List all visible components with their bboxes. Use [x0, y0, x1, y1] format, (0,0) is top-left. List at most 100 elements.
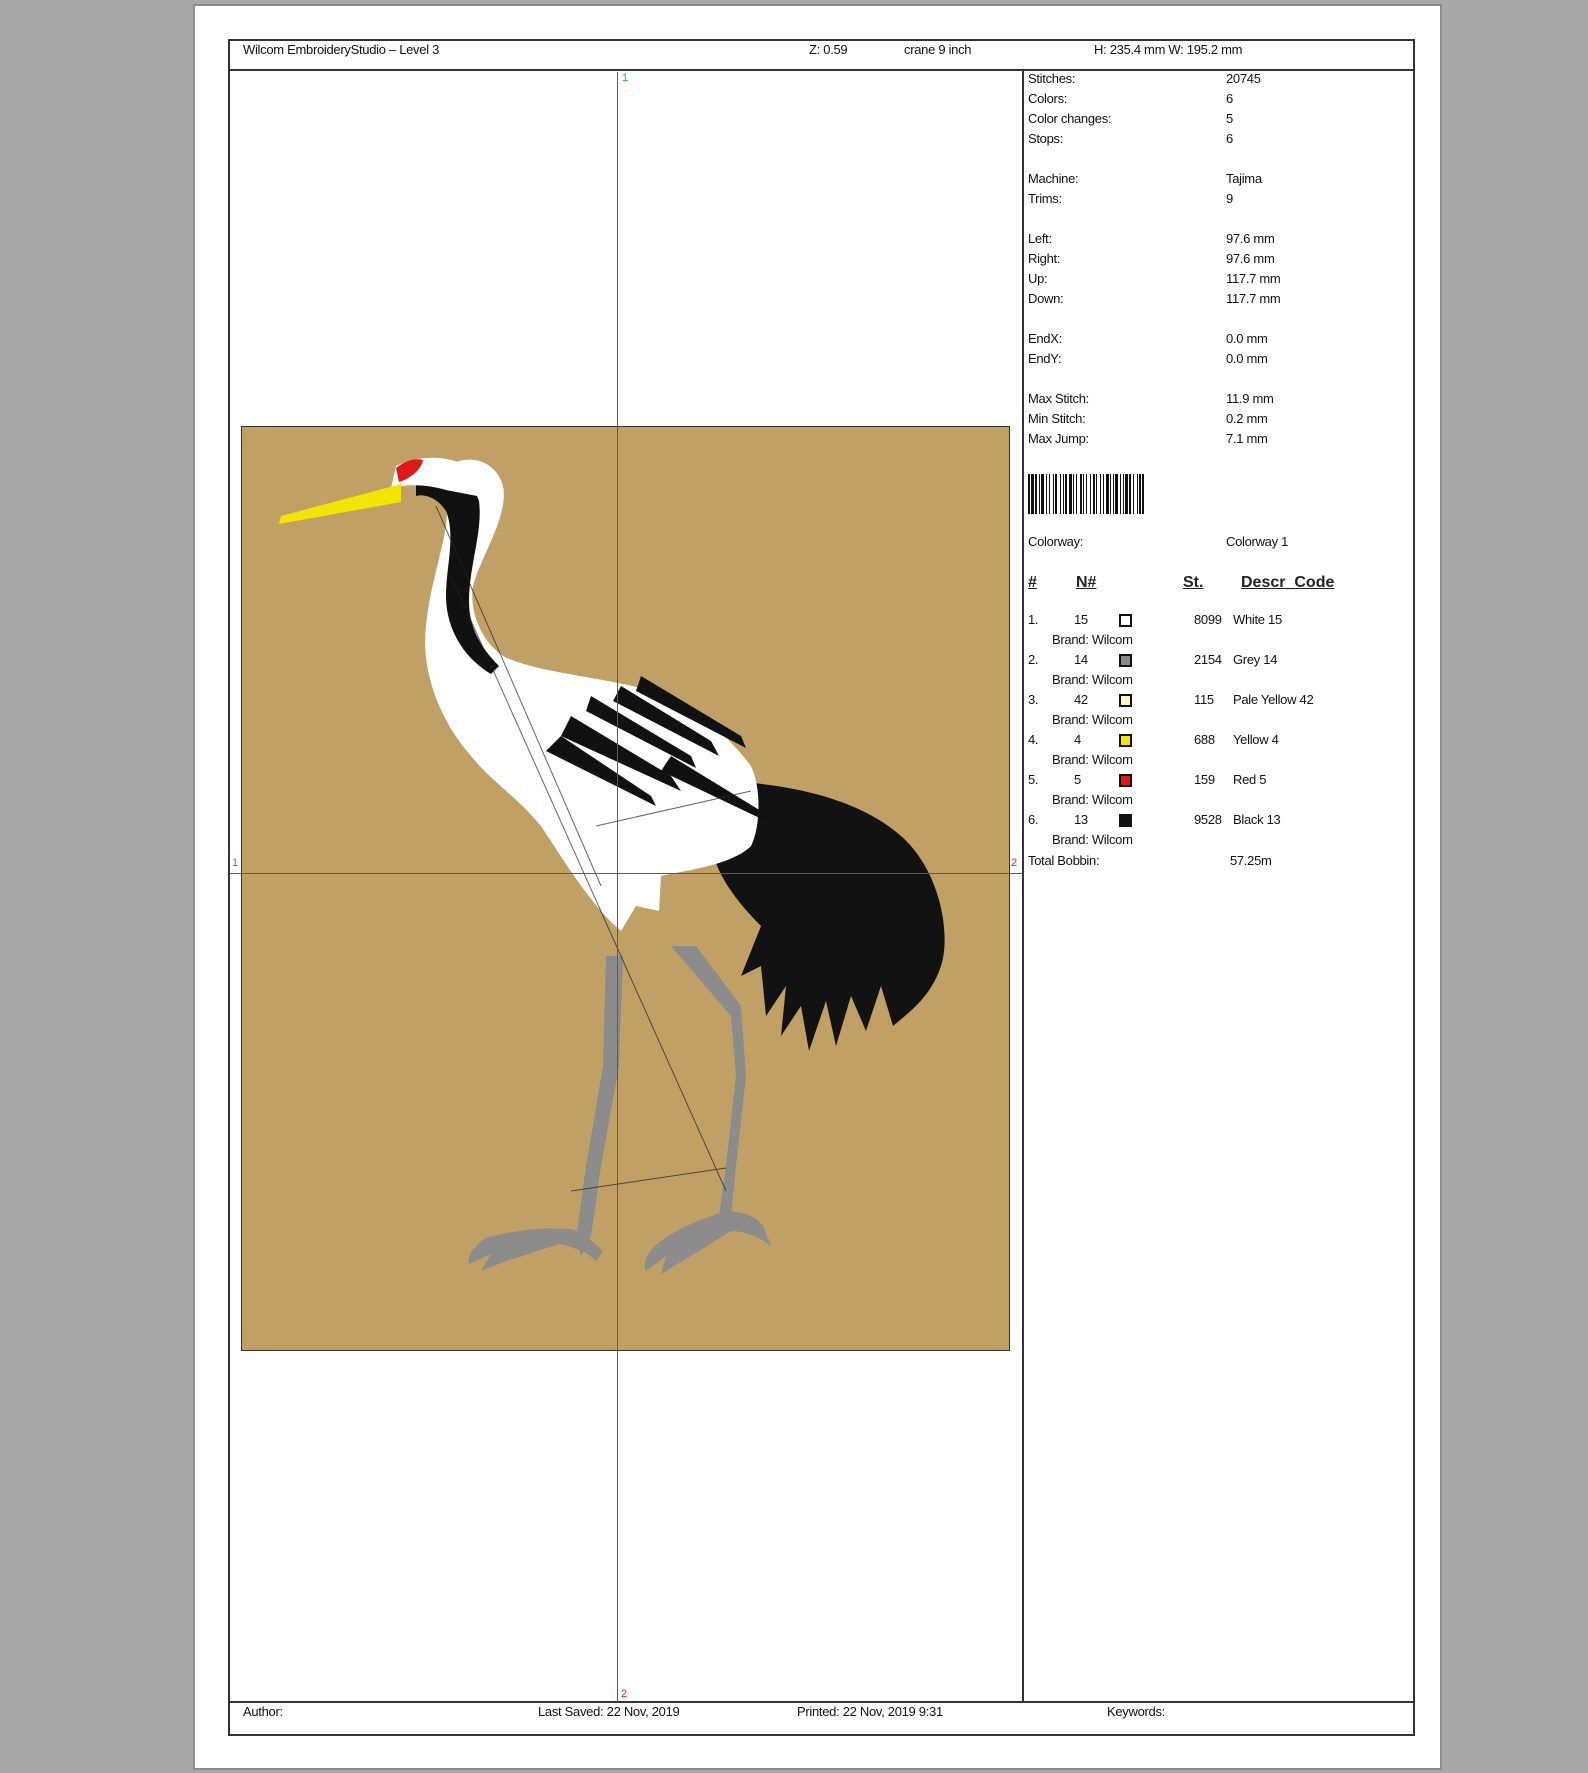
- barcode-bar: [1103, 474, 1104, 514]
- crane-embroidery: [279, 457, 945, 1274]
- footer-printed: Printed: 22 Nov, 2019 9:31: [797, 1704, 943, 1719]
- barcode-bar: [1053, 474, 1054, 514]
- color-stitches: 9528: [1194, 812, 1222, 827]
- stat-row: Max Jump: 7.1 mm: [1028, 431, 1358, 451]
- stat-value: 7.1 mm: [1226, 431, 1268, 446]
- color-brand: Brand: Wilcom: [1052, 752, 1133, 767]
- barcode-bar: [1133, 474, 1134, 514]
- color-needle: 15: [1074, 612, 1088, 627]
- stat-value: 5: [1226, 111, 1233, 126]
- stat-value: 0.0 mm: [1226, 351, 1268, 366]
- color-swatch: [1119, 654, 1132, 667]
- right-foot: [644, 1211, 771, 1274]
- barcode: [1028, 474, 1144, 514]
- color-index: 5.: [1028, 772, 1039, 787]
- marker-bottom-2: 2: [621, 1688, 628, 1700]
- stat-label: Machine:: [1028, 171, 1079, 186]
- color-needle: 4: [1074, 732, 1081, 747]
- barcode-bar: [1073, 474, 1074, 514]
- barcode-bar: [1110, 474, 1111, 514]
- stat-value: 117.7 mm: [1226, 271, 1281, 286]
- barcode-bar: [1041, 474, 1044, 514]
- color-row: 1. 15 8099 White 15 Brand: Wilcom: [1028, 612, 1348, 652]
- color-name: Black 13: [1233, 812, 1281, 827]
- barcode-bar: [1139, 474, 1141, 514]
- stat-label: Colors:: [1028, 91, 1068, 106]
- color-name: White 15: [1233, 612, 1282, 627]
- color-stitches: 8099: [1194, 612, 1222, 627]
- color-brand: Brand: Wilcom: [1052, 712, 1133, 727]
- stat-value: 6: [1226, 91, 1233, 106]
- barcode-bar: [1086, 474, 1087, 514]
- barcode-bar: [1083, 474, 1084, 514]
- stat-row: Up: 117.7 mm: [1028, 271, 1358, 291]
- color-row: 4. 4 688 Yellow 4 Brand: Wilcom: [1028, 732, 1348, 772]
- color-index: 6.: [1028, 812, 1039, 827]
- stat-label: EndX:: [1028, 331, 1062, 346]
- stat-label: Up:: [1028, 271, 1048, 286]
- barcode-bar: [1123, 474, 1124, 514]
- color-brand: Brand: Wilcom: [1052, 672, 1133, 687]
- barcode-bar: [1120, 474, 1121, 514]
- stat-row: Left: 97.6 mm: [1028, 231, 1358, 251]
- barcode-bar: [1060, 474, 1061, 514]
- colorway-label: Colorway:: [1028, 534, 1084, 549]
- col-header-needle: N#: [1076, 574, 1097, 591]
- stat-row: Color changes: 5: [1028, 111, 1358, 131]
- barcode-bar: [1055, 474, 1057, 514]
- barcode-bar: [1096, 474, 1097, 514]
- color-index: 2.: [1028, 652, 1039, 667]
- barcode-bar: [1093, 474, 1095, 514]
- stat-row: Down: 117.7 mm: [1028, 291, 1358, 311]
- col-header-stitches: St.: [1183, 574, 1204, 591]
- color-swatch: [1119, 694, 1132, 707]
- barcode-bar: [1049, 474, 1050, 514]
- total-bobbin-row: Total Bobbin: 57.25m: [1028, 853, 1358, 873]
- barcode-bar: [1076, 474, 1077, 514]
- stat-value: 6: [1226, 131, 1233, 146]
- color-name: Red 5: [1233, 772, 1267, 787]
- color-stitches: 159: [1194, 772, 1215, 787]
- stat-value: 117.7 mm: [1226, 291, 1281, 306]
- color-stitches: 2154: [1194, 652, 1222, 667]
- stat-row: EndX: 0.0 mm: [1028, 331, 1358, 351]
- barcode-bar: [1035, 474, 1037, 514]
- color-needle: 5: [1074, 772, 1081, 787]
- barcode-bar: [1090, 474, 1091, 514]
- barcode-bar: [1031, 474, 1034, 514]
- color-row: 5. 5 159 Red 5 Brand: Wilcom: [1028, 772, 1348, 812]
- stat-label: Right:: [1028, 251, 1061, 266]
- stat-label: Color changes:: [1028, 111, 1112, 126]
- yellow-beak: [279, 484, 401, 524]
- color-swatch: [1119, 814, 1132, 827]
- colorway-value: Colorway 1: [1226, 534, 1289, 549]
- stat-value: 9: [1226, 191, 1233, 206]
- color-index: 1.: [1028, 612, 1039, 627]
- barcode-bar: [1113, 474, 1114, 514]
- stat-row: Max Stitch: 11.9 mm: [1028, 391, 1358, 411]
- footer-last-saved: Last Saved: 22 Nov, 2019: [538, 1704, 680, 1719]
- left-leg: [576, 956, 623, 1256]
- marker-top-1: 1: [622, 72, 629, 84]
- stat-label: Max Jump:: [1028, 431, 1089, 446]
- stat-label: Left:: [1028, 231, 1052, 246]
- stat-value: 0.0 mm: [1226, 331, 1268, 346]
- stat-value: 97.6 mm: [1226, 231, 1275, 246]
- barcode-bar: [1069, 474, 1072, 514]
- stat-value: 0.2 mm: [1226, 411, 1268, 426]
- stat-value: 11.9 mm: [1226, 391, 1274, 406]
- footer-divider: [228, 1701, 1415, 1703]
- color-index: 4.: [1028, 732, 1039, 747]
- barcode-bar: [1028, 474, 1030, 514]
- footer-keywords: Keywords:: [1107, 1704, 1165, 1719]
- barcode-bar: [1137, 474, 1138, 514]
- footer-author: Author:: [243, 1704, 283, 1719]
- zoom-level: Z: 0.59: [809, 42, 848, 57]
- col-header-number: #: [1028, 574, 1037, 591]
- marker-left-1: 1: [232, 857, 239, 869]
- right-leg: [671, 946, 746, 1216]
- barcode-bar: [1080, 474, 1082, 514]
- stat-label: Min Stitch:: [1028, 411, 1086, 426]
- stat-row: Trims: 9: [1028, 191, 1358, 211]
- app-title: Wilcom EmbroideryStudio – Level 3: [243, 42, 440, 57]
